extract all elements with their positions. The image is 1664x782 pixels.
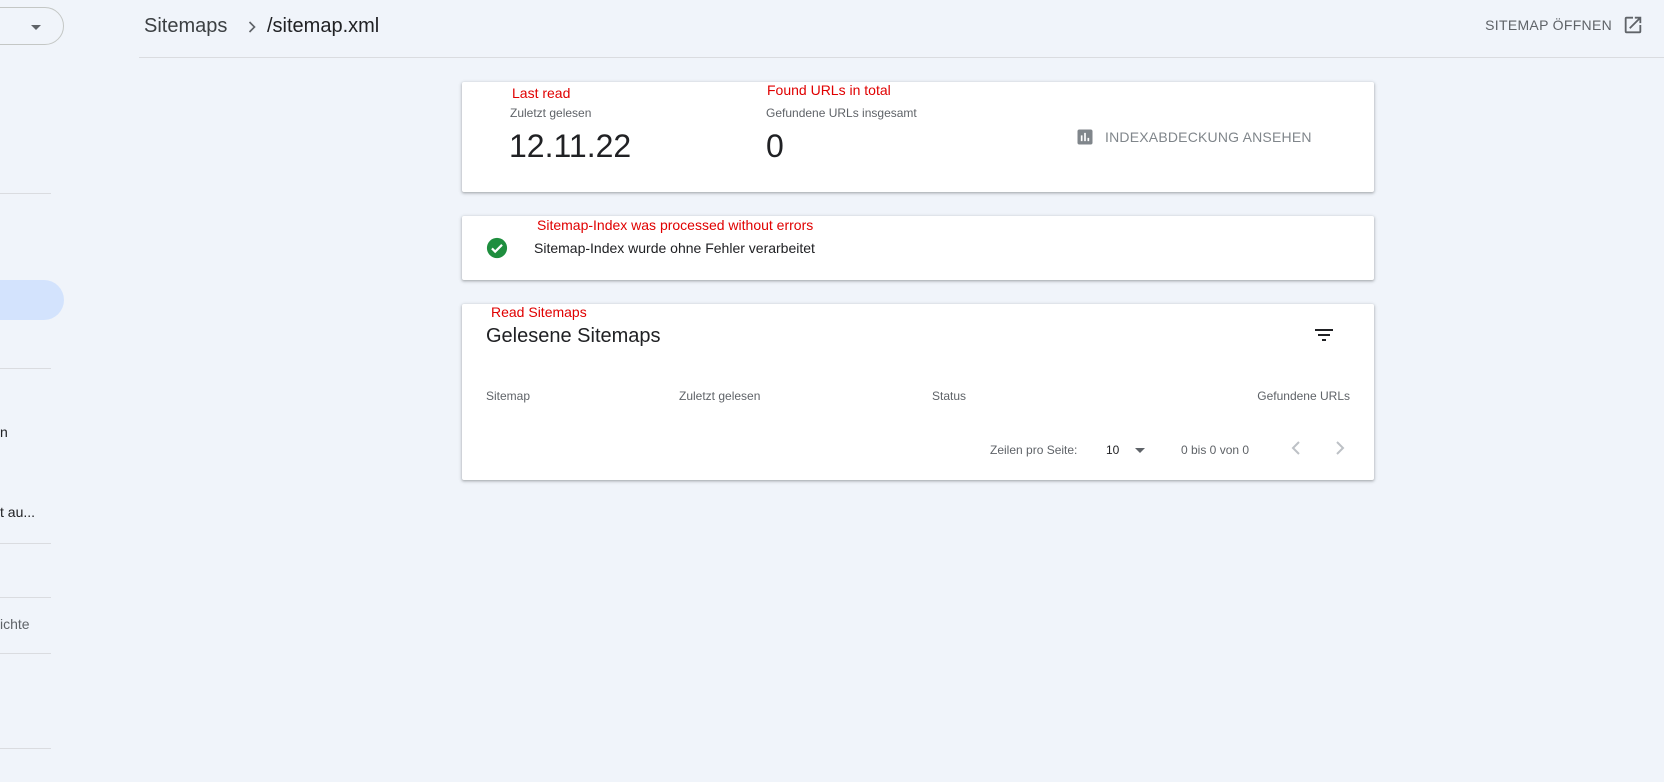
breadcrumb-sitemaps-link[interactable]: Sitemaps xyxy=(144,15,227,38)
page-title: /sitemap.xml xyxy=(267,15,380,37)
sidebar-item-label[interactable]: ichte xyxy=(0,616,30,632)
table-title: Gelesene Sitemaps xyxy=(486,325,661,347)
column-header-last-read[interactable]: Zuletzt gelesen xyxy=(679,389,760,403)
status-message: Sitemap-Index wurde ohne Fehler verarbei… xyxy=(534,240,815,256)
column-header-sitemap[interactable]: Sitemap xyxy=(486,389,530,403)
rows-per-page-select[interactable]: 10 xyxy=(1102,438,1152,462)
pagination-range: 0 bis 0 von 0 xyxy=(1181,443,1250,457)
chevron-right-icon xyxy=(248,21,256,33)
found-urls-value: 0 xyxy=(766,128,784,164)
summary-card: Last read Zuletzt gelesen 12.11.22 Found… xyxy=(462,82,1374,192)
view-index-coverage-label: INDEXABDECKUNG ANSEHEN xyxy=(1105,129,1312,145)
found-urls-label: Gefundene URLs insgesamt xyxy=(766,106,917,120)
rows-per-page-label: Zeilen pro Seite: xyxy=(990,443,1078,457)
property-selector[interactable] xyxy=(0,7,64,45)
status-card: Sitemap-Index was processed without erro… xyxy=(462,216,1374,280)
open-in-new-icon xyxy=(1624,16,1642,34)
sidebar-divider xyxy=(0,748,51,749)
open-sitemap-button[interactable]: SITEMAP ÖFFNEN xyxy=(1485,14,1644,36)
chevron-down-icon xyxy=(31,25,41,30)
sidebar-item-label[interactable]: t au... xyxy=(0,504,35,520)
page-header: Sitemaps /sitemap.xml SITEMAP ÖFFNEN xyxy=(139,0,1664,58)
last-read-annotation: Last read xyxy=(512,85,571,101)
read-sitemaps-card: Read Sitemaps Gelesene Sitemaps Sitemap … xyxy=(462,304,1374,480)
filter-icon[interactable] xyxy=(1312,323,1336,347)
open-sitemap-label: SITEMAP ÖFFNEN xyxy=(1485,17,1612,33)
status-annotation: Sitemap-Index was processed without erro… xyxy=(537,217,814,233)
chevron-left-icon[interactable] xyxy=(1284,436,1308,460)
sidebar: n t au... ichte xyxy=(0,0,64,782)
bar-chart-icon xyxy=(1077,129,1093,145)
sidebar-divider xyxy=(0,543,51,544)
read-sitemaps-annotation: Read Sitemaps xyxy=(491,304,587,320)
found-urls-annotation: Found URLs in total xyxy=(767,82,891,98)
last-read-label: Zuletzt gelesen xyxy=(510,106,592,120)
sidebar-divider xyxy=(0,368,51,369)
column-header-status[interactable]: Status xyxy=(932,389,966,403)
view-index-coverage-button[interactable]: INDEXABDECKUNG ANSEHEN xyxy=(1075,127,1312,147)
rows-per-page-value: 10 xyxy=(1106,443,1120,457)
column-header-found-urls[interactable]: Gefundene URLs xyxy=(1257,389,1350,403)
check-circle-icon xyxy=(486,237,508,259)
last-read-value: 12.11.22 xyxy=(509,128,632,164)
sidebar-item-label[interactable]: n xyxy=(0,424,8,440)
dropdown-arrow-icon xyxy=(1135,447,1146,453)
sidebar-divider xyxy=(0,193,51,194)
sidebar-divider xyxy=(0,597,51,598)
chevron-right-icon[interactable] xyxy=(1328,436,1352,460)
sidebar-item-sitemaps-active[interactable] xyxy=(0,280,64,320)
sidebar-divider xyxy=(0,653,51,654)
